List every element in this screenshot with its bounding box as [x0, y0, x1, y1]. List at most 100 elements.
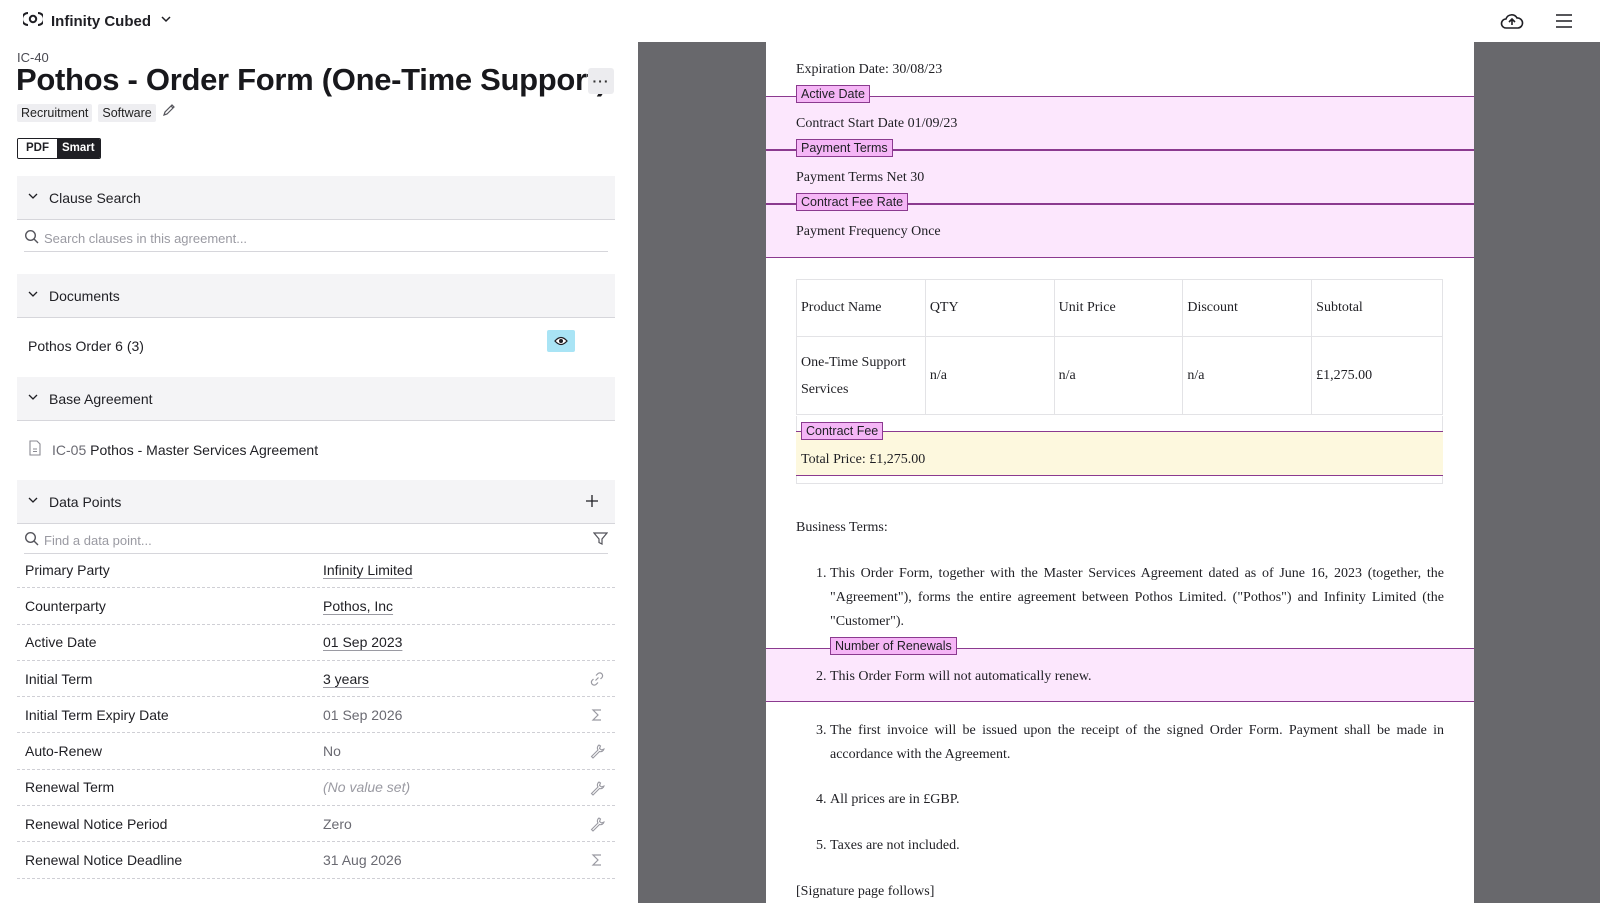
column-header: Discount	[1182, 279, 1313, 337]
table-row[interactable]: Renewal Notice Period Zero	[17, 806, 615, 843]
list-item: Taxes are not included.	[830, 834, 1444, 858]
data-point-label: Renewal Notice Deadline	[25, 852, 183, 869]
chevron-down-icon	[27, 287, 39, 305]
pencil-icon[interactable]	[162, 103, 176, 122]
data-point-label: Initial Term Expiry Date	[25, 706, 169, 723]
eye-icon[interactable]	[547, 330, 575, 352]
data-point-label: Initial Term	[25, 670, 93, 687]
table-cell: n/a	[1182, 336, 1313, 415]
document-page: Expiration Date: 30/08/23 Active Date Co…	[766, 42, 1474, 903]
line-items-table: Product Name QTY Unit Price Discount Sub…	[796, 279, 1443, 415]
expiration-date-text: Expiration Date: 30/08/23	[796, 62, 943, 77]
section-title: Base Agreement	[49, 390, 153, 407]
workspace-name: Infinity Cubed	[51, 13, 151, 30]
section-title: Documents	[49, 287, 120, 304]
base-agreement-ref: IC-05	[52, 441, 87, 458]
business-terms-heading: Business Terms:	[796, 520, 888, 535]
data-point-label: Auto-Renew	[25, 743, 103, 760]
page-title: Pothos - Order Form (One-Time Support)	[16, 62, 607, 97]
renewals-tag[interactable]: Number of Renewals	[830, 637, 957, 655]
table-row[interactable]: Initial Term 3 years	[17, 661, 615, 698]
contract-start-text: Contract Start Date 01/09/23	[796, 116, 958, 131]
document-icon	[28, 440, 42, 459]
table-row[interactable]: Counterparty Pothos, Inc	[17, 588, 615, 625]
sigma-icon[interactable]	[589, 852, 605, 868]
data-point-value[interactable]: 01 Sep 2023	[323, 634, 402, 650]
section-title: Data Points	[49, 493, 122, 510]
table-row[interactable]: Primary Party Infinity Limited	[17, 552, 615, 589]
tag[interactable]: Recruitment	[17, 103, 93, 122]
data-point-search-bar	[24, 528, 609, 554]
list-item: All prices are in £GBP.	[830, 788, 1444, 812]
column-header: Product Name	[796, 279, 926, 337]
data-point-label: Primary Party	[25, 561, 110, 578]
smart-view-option[interactable]: Smart	[57, 139, 100, 158]
table-cell: £1,275.00	[1311, 336, 1443, 415]
wrench-icon[interactable]	[589, 743, 605, 760]
menu-icon[interactable]	[1550, 8, 1578, 34]
data-point-search-input[interactable]	[44, 533, 588, 548]
document-viewer[interactable]: Expiration Date: 30/08/23 Active Date Co…	[638, 42, 1600, 903]
filter-icon[interactable]	[592, 531, 609, 551]
data-point-value[interactable]: No	[323, 743, 341, 759]
data-point-value[interactable]: Pothos, Inc	[323, 598, 393, 614]
data-points-table: Primary Party Infinity Limited Counterpart…	[17, 552, 615, 879]
list-item: The first invoice will be issued upon th…	[830, 719, 1444, 767]
base-agreement-name: Pothos - Master Services Agreement	[90, 441, 319, 458]
clause-search-input[interactable]	[44, 231, 608, 246]
chevron-down-icon	[27, 189, 39, 207]
table-row[interactable]: Auto-Renew No	[17, 733, 615, 770]
pdf-view-option[interactable]: PDF	[18, 139, 57, 158]
data-point-value[interactable]: 01 Sep 2026	[323, 707, 402, 723]
data-point-value[interactable]: (No value set)	[323, 779, 410, 795]
table-cell: n/a	[924, 336, 1055, 415]
search-icon	[24, 229, 39, 249]
wrench-icon[interactable]	[589, 816, 605, 832]
workspace-switcher[interactable]: Infinity Cubed	[21, 9, 173, 34]
base-agreement-section-header[interactable]: Base Agreement	[17, 377, 615, 421]
clause-search-section-header[interactable]: Clause Search	[17, 176, 615, 220]
top-bar: Infinity Cubed	[0, 0, 1600, 42]
clause-search-bar	[24, 226, 608, 252]
document-item[interactable]: Pothos Order 6 (3)	[28, 338, 144, 354]
payment-terms-tag[interactable]: Payment Terms	[796, 139, 893, 157]
active-date-tag[interactable]: Active Date	[796, 85, 870, 103]
documents-section-header[interactable]: Documents	[17, 274, 615, 318]
table-row[interactable]: Active Date 01 Sep 2023	[17, 625, 615, 661]
data-point-value[interactable]: 3 years	[323, 671, 369, 687]
payment-terms-text: Payment Terms Net 30	[796, 170, 925, 185]
logo-icon	[21, 9, 45, 34]
signature-note: [Signature page follows]	[796, 884, 935, 899]
column-header: QTY	[924, 279, 1055, 337]
column-header: Unit Price	[1053, 279, 1184, 337]
data-point-value[interactable]: Zero	[323, 816, 352, 832]
contract-fee-rate-tag[interactable]: Contract Fee Rate	[796, 193, 909, 211]
data-point-value[interactable]: 31 Aug 2026	[323, 852, 402, 868]
wrench-icon[interactable]	[589, 780, 605, 796]
base-agreement-link[interactable]: IC-05 Pothos - Master Services Agreement	[28, 440, 318, 459]
table-row[interactable]: Renewal Term (No value set)	[17, 770, 615, 807]
table-row[interactable]: Renewal Notice Deadline 31 Aug 2026	[17, 842, 615, 879]
table-row: One-Time Support Services n/a n/a n/a £1…	[796, 336, 1443, 415]
data-point-value[interactable]: Infinity Limited	[323, 562, 412, 578]
more-options-button[interactable]: ···	[588, 68, 614, 94]
cloud-upload-icon[interactable]	[1498, 8, 1526, 34]
link-icon[interactable]	[589, 671, 605, 687]
tag-list: Recruitment Software	[17, 103, 176, 122]
tag[interactable]: Software	[98, 103, 156, 122]
chevron-down-icon	[159, 12, 173, 31]
table-row[interactable]: Initial Term Expiry Date 01 Sep 2026	[17, 697, 615, 734]
chevron-down-icon	[27, 493, 39, 511]
plus-icon[interactable]	[585, 494, 599, 513]
contract-fee-tag[interactable]: Contract Fee	[801, 422, 884, 440]
sigma-icon[interactable]	[589, 707, 605, 723]
view-mode-toggle: PDF Smart	[17, 138, 101, 159]
data-points-section-header[interactable]: Data Points	[17, 480, 615, 524]
table-header-row: Product Name QTY Unit Price Discount Sub…	[796, 279, 1443, 337]
data-point-label: Counterparty	[25, 597, 106, 614]
table-cell: One-Time Support Services	[796, 336, 926, 415]
data-point-label: Active Date	[25, 634, 97, 651]
section-title: Clause Search	[49, 189, 141, 206]
total-price-text: Total Price: £1,275.00	[801, 452, 926, 467]
list-item: This Order Form will not automatically r…	[830, 665, 1444, 689]
